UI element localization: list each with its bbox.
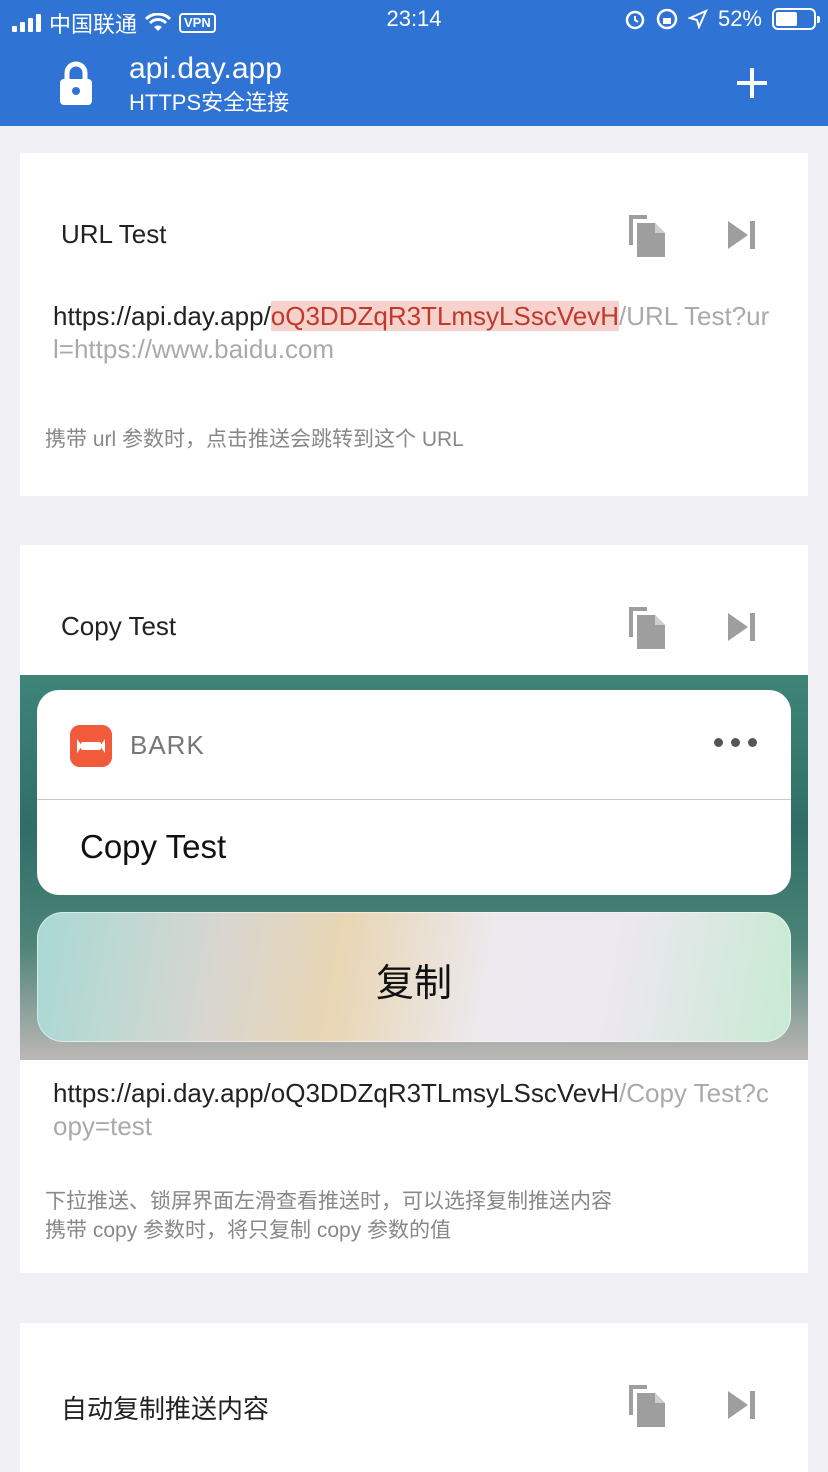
site-subtitle: HTTPS安全连接 — [129, 90, 290, 115]
note-line: 下拉推送、锁屏界面左滑查看推送时，可以选择复制推送内容 — [45, 1190, 612, 1213]
app-name: BARK — [130, 730, 205, 760]
copy-icon[interactable] — [625, 1381, 669, 1429]
notification-preview-image: BARK Copy Test 复制 — [20, 675, 808, 1060]
site-host: api.day.app — [129, 52, 282, 85]
alarm-icon — [625, 10, 645, 30]
device-key: oQ3DDZqR3TLmsyLSscVevH — [270, 301, 620, 331]
top-bar: 中国联通 VPN 23:14 52% api.day.app HTTPS安全连接 — [0, 0, 828, 126]
send-icon[interactable] — [720, 603, 764, 651]
url-prefix: https://api.day.app/oQ3DDZqR3TLmsyLSscVe… — [53, 1078, 619, 1108]
notification-card: BARK Copy Test — [37, 690, 791, 895]
card-title: Copy Test — [61, 611, 177, 641]
card-title: 自动复制推送内容 — [61, 1394, 270, 1424]
url-prefix: https://api.day.app/ — [53, 301, 271, 331]
card-copy-test: Copy Test BARK Copy Test 复制 https://api.… — [20, 545, 808, 1273]
divider — [37, 799, 791, 800]
lock-icon — [60, 61, 92, 105]
more-icon — [714, 738, 757, 747]
send-icon[interactable] — [720, 211, 764, 259]
card-auto-copy: 自动复制推送内容 — [20, 1323, 808, 1472]
battery-percent: 52% — [717, 6, 762, 31]
bark-app-icon — [70, 725, 112, 767]
note-line: 携带 url 参数时，点击推送会跳转到这个 URL — [45, 428, 464, 451]
battery-icon — [772, 8, 820, 30]
url-text[interactable]: https://api.day.app/oQ3DDZqR3TLmsyLSscVe… — [53, 1077, 773, 1143]
plus-icon[interactable] — [735, 66, 769, 100]
copy-icon[interactable] — [625, 211, 669, 259]
url-text[interactable]: https://api.day.app/oQ3DDZqR3TLmsyLSscVe… — [53, 300, 773, 366]
send-icon[interactable] — [720, 1381, 764, 1429]
card-title: URL Test — [61, 219, 167, 249]
copy-icon[interactable] — [625, 603, 669, 651]
copy-action-button: 复制 — [37, 912, 791, 1042]
note-line: 携带 copy 参数时，将只复制 copy 参数的值 — [45, 1219, 452, 1242]
card-url-test: URL Test https://api.day.app/oQ3DDZqR3TL… — [20, 153, 808, 496]
copy-action-label: 复制 — [375, 963, 452, 1005]
rotation-lock-icon — [656, 8, 678, 30]
notification-message: Copy Test — [80, 828, 227, 865]
location-icon — [687, 9, 708, 29]
status-bar: 中国联通 VPN 23:14 52% — [0, 0, 828, 40]
